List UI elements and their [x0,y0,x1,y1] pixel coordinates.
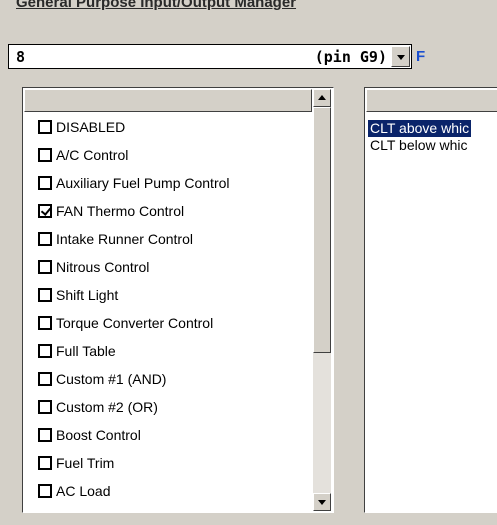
output-type-item[interactable]: Full Table [38,340,116,362]
output-type-label: Intake Runner Control [56,231,193,247]
output-type-item[interactable]: Nitrous Control [38,256,149,278]
output-type-item[interactable]: FAN Thermo Control [38,200,184,222]
output-type-label: Boost Control [56,427,141,443]
output-type-item[interactable]: Torque Converter Control [38,312,213,334]
title-strip: General Purpose Input/Output Manager [0,0,497,14]
window-title: General Purpose Input/Output Manager [16,0,297,11]
output-type-item[interactable]: Intake Runner Control [38,228,193,250]
checkbox-icon[interactable] [38,176,52,190]
pin-select-value: 8 [16,48,26,66]
output-type-label: Torque Converter Control [56,315,214,331]
scroll-thumb[interactable] [313,107,331,353]
output-type-label: Nitrous Control [56,259,150,275]
checkbox-icon[interactable] [38,288,52,302]
parameter-item[interactable]: CLT above whic [368,120,472,137]
output-type-item[interactable]: Custom #2 (OR) [38,396,158,418]
output-type-scrollbar[interactable] [313,89,331,511]
checkbox-icon[interactable] [38,148,52,162]
checkbox-icon[interactable] [38,344,52,358]
output-type-label: Auxiliary Fuel Pump Control [56,175,230,191]
checkbox-icon[interactable] [38,316,52,330]
pin-select-dropdown[interactable]: 8 (pin G9) [8,44,412,69]
output-type-label: Custom #2 (OR) [56,399,158,415]
checkbox-icon[interactable] [38,428,52,442]
output-type-label: Full Table [56,343,116,359]
output-type-item[interactable]: Boost Control [38,424,141,446]
output-type-label: DISABLED [56,119,126,135]
checkbox-icon[interactable] [38,484,52,498]
parameter-list-header[interactable] [366,89,497,112]
output-type-label: Fuel Trim [56,455,115,471]
output-type-label: Shift Light [56,287,119,303]
checkbox-checked-icon[interactable] [38,204,52,218]
output-type-item-partial[interactable] [38,500,56,512]
checkbox-icon[interactable] [38,400,52,414]
checkbox-icon[interactable] [38,456,52,470]
output-type-label: A/C Control [56,147,129,163]
parameter-item[interactable]: CLT below whic [368,137,470,154]
output-type-list[interactable]: DISABLED A/C Control Auxiliary Fuel Pump C… [22,87,334,513]
output-type-item[interactable]: Fuel Trim [38,452,114,474]
output-type-item[interactable]: A/C Control [38,144,128,166]
output-type-item[interactable]: DISABLED [38,116,125,138]
output-type-item[interactable]: Auxiliary Fuel Pump Control [38,172,230,194]
scroll-down-arrow-icon[interactable] [313,493,331,511]
output-type-item[interactable]: AC Load [38,480,110,502]
output-type-label: AC Load [56,483,111,499]
checkbox-icon[interactable] [38,232,52,246]
pin-select-pin-label: (pin G9) [314,48,387,66]
chevron-down-icon[interactable] [391,46,410,67]
scroll-up-arrow-icon[interactable] [313,89,331,107]
checkbox-icon[interactable] [38,372,52,386]
parameter-list[interactable]: CLT above whic CLT below whic [364,87,497,513]
output-type-label: FAN Thermo Control [56,203,185,219]
output-type-label: Custom #1 (AND) [56,371,167,387]
output-type-item[interactable]: Shift Light [38,284,118,306]
side-tag: F [416,48,426,65]
checkbox-icon[interactable] [38,120,52,134]
checkbox-icon[interactable] [38,260,52,274]
output-type-item[interactable]: Custom #1 (AND) [38,368,166,390]
output-type-list-header[interactable] [24,89,312,112]
